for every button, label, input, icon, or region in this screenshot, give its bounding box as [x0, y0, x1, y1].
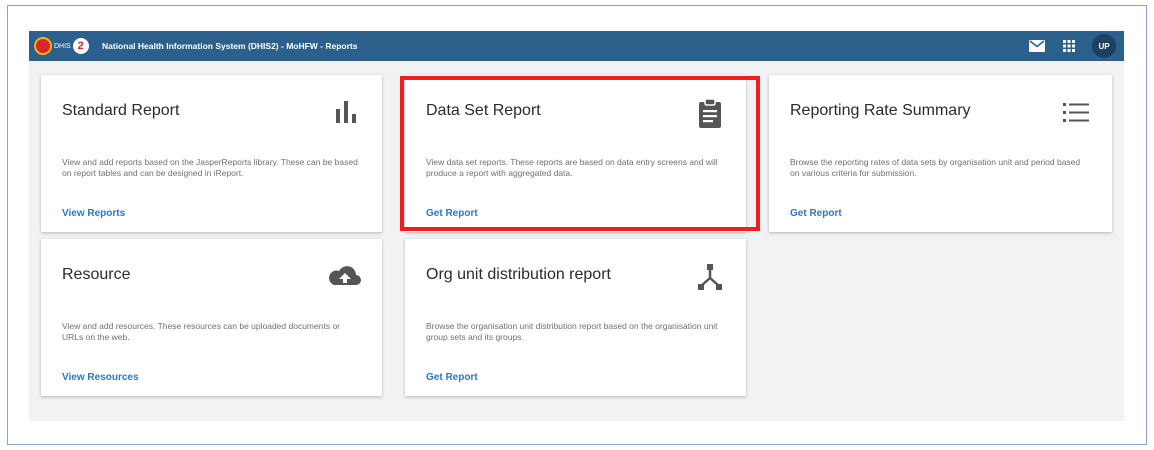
- mail-icon[interactable]: [1026, 35, 1048, 57]
- highlight-box: [400, 76, 760, 231]
- app-title: National Health Information System (DHIS…: [102, 41, 358, 51]
- user-avatar[interactable]: UP: [1092, 34, 1116, 58]
- header-bar: DHIS 2 National Health Information Syste…: [29, 31, 1124, 61]
- apps-grid-icon[interactable]: [1058, 35, 1080, 57]
- card-reporting-rate-summary[interactable]: Reporting Rate Summary Browse the report…: [769, 75, 1112, 232]
- app-window: DHIS 2 National Health Information Syste…: [29, 31, 1124, 421]
- card-description: Browse the reporting rates of data sets …: [790, 157, 1081, 178]
- card-title: Org unit distribution report: [426, 266, 611, 283]
- view-resources-link[interactable]: View Resources: [62, 372, 139, 383]
- bar-chart-icon: [330, 97, 362, 129]
- card-title: Resource: [62, 266, 131, 283]
- card-standard-report[interactable]: Standard Report View and add reports bas…: [41, 75, 382, 232]
- card-title: Standard Report: [62, 102, 180, 119]
- emblem-icon: [34, 37, 52, 55]
- cloud-upload-icon: [326, 261, 364, 293]
- card-description: View and add resources. These resources …: [62, 321, 340, 342]
- get-report-link[interactable]: Get Report: [790, 208, 842, 219]
- logo-text: DHIS: [54, 42, 71, 50]
- card-org-unit-distribution-report[interactable]: Org unit distribution report Browse the …: [405, 239, 746, 396]
- view-reports-link[interactable]: View Reports: [62, 208, 125, 219]
- dhis2-logo[interactable]: DHIS 2: [34, 35, 94, 57]
- header-actions: UP: [1016, 31, 1116, 61]
- card-description: Browse the organisation unit distributio…: [426, 321, 718, 342]
- list-icon: [1060, 97, 1092, 129]
- card-description: View and add reports based on the Jasper…: [62, 157, 358, 178]
- get-report-link[interactable]: Get Report: [426, 372, 478, 383]
- card-title: Reporting Rate Summary: [790, 102, 971, 119]
- logo-badge: 2: [72, 38, 89, 54]
- card-resource[interactable]: Resource View and add resources. These r…: [41, 239, 382, 396]
- hierarchy-icon: [694, 261, 726, 293]
